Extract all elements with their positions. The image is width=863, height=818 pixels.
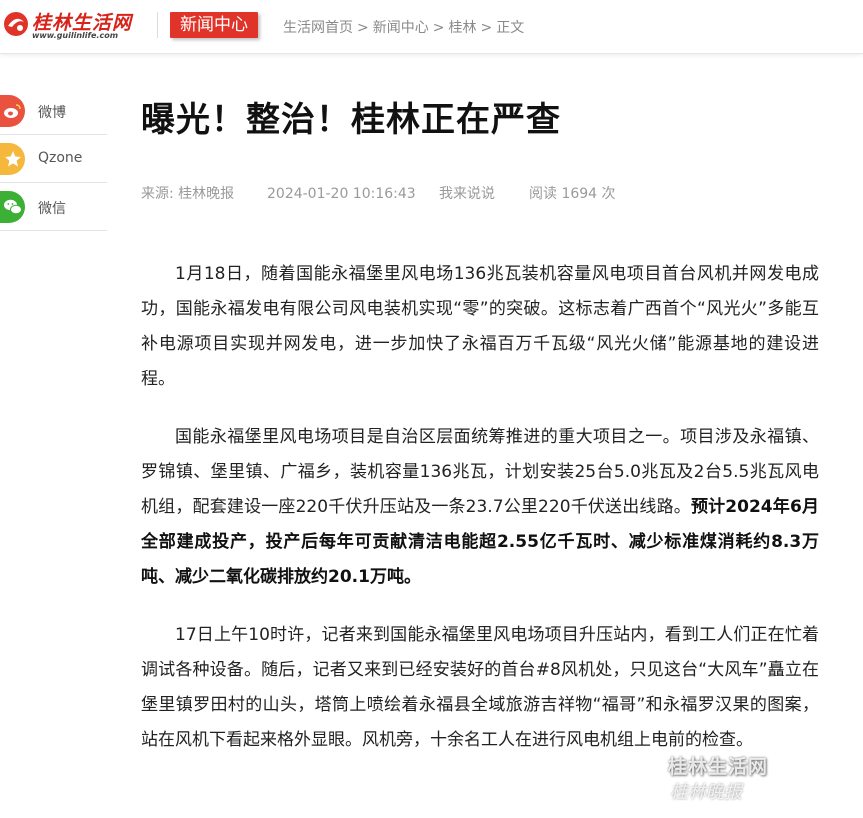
- watermark-line-2: 桂林晚报: [670, 782, 742, 803]
- article-body: 1月18日，随着国能永福堡里风电场136兆瓦装机容量风电项目首台风机并网发电成功…: [141, 257, 819, 781]
- share-wechat-label: 微信: [38, 201, 66, 217]
- breadcrumb-home-link[interactable]: 生活网首页: [283, 20, 353, 36]
- logo-mark-icon: [4, 12, 28, 36]
- news-center-tab[interactable]: 新闻中心: [170, 12, 258, 38]
- weibo-icon: [0, 95, 25, 127]
- breadcrumb-news-link[interactable]: 新闻中心: [373, 20, 429, 36]
- paragraph-text: 17日上午10时许，记者来到国能永福堡里风电场项目升压站内，看到工人们正在忙着调…: [141, 625, 819, 750]
- share-weibo-label: 微博: [38, 105, 66, 121]
- article-paragraph: 国能永福堡里风电场项目是自治区层面统筹推进的重大项目之一。项目涉及永福镇、罗锦镇…: [141, 420, 819, 595]
- article-date: 2024-01-20 10:16:43: [267, 186, 416, 202]
- share-qzone-label: Qzone: [38, 150, 83, 166]
- paragraph-text: 1月18日，随着国能永福堡里风电场136兆瓦装机容量风电项目首台风机并网发电成功…: [141, 264, 819, 389]
- breadcrumb-guilin-link[interactable]: 桂林: [448, 20, 476, 36]
- header-divider: [157, 12, 158, 38]
- article-paragraph: 1月18日，随着国能永福堡里风电场136兆瓦装机容量风电项目首台风机并网发电成功…: [141, 257, 819, 397]
- share-weibo-button[interactable]: 微博: [0, 87, 107, 135]
- qzone-icon: [0, 143, 25, 175]
- breadcrumb-separator: >: [432, 20, 445, 36]
- view-count: 阅读 1694 次: [529, 186, 616, 202]
- breadcrumb-separator: >: [480, 20, 493, 36]
- breadcrumb-current: 正文: [496, 20, 525, 36]
- logo-url: www.guilinlife.com: [32, 31, 119, 40]
- article-meta: 来源: 桂林晚报 2024-01-20 10:16:43 我来说说 阅读 1694 次: [141, 183, 616, 203]
- breadcrumb: 生活网首页 > 新闻中心 > 桂林 > 正文: [283, 17, 524, 37]
- article-paragraph: 17日上午10时许，记者来到国能永福堡里风电场项目升压站内，看到工人们正在忙着调…: [141, 618, 819, 758]
- article-title: 曝光！整治！桂林正在严查: [141, 100, 561, 140]
- share-sidebar: 微博 Qzone 微信: [0, 87, 107, 231]
- site-logo[interactable]: 桂林生活网 www.guilinlife.com: [2, 8, 148, 42]
- site-header: 桂林生活网 www.guilinlife.com 新闻中心 生活网首页 > 新闻中心…: [0, 0, 863, 54]
- breadcrumb-separator: >: [357, 20, 369, 36]
- wechat-icon: [0, 191, 25, 223]
- comment-link[interactable]: 我来说说: [439, 183, 529, 203]
- share-qzone-button[interactable]: Qzone: [0, 135, 107, 183]
- share-wechat-button[interactable]: 微信: [0, 183, 107, 231]
- article-source: 来源: 桂林晚报: [141, 186, 235, 202]
